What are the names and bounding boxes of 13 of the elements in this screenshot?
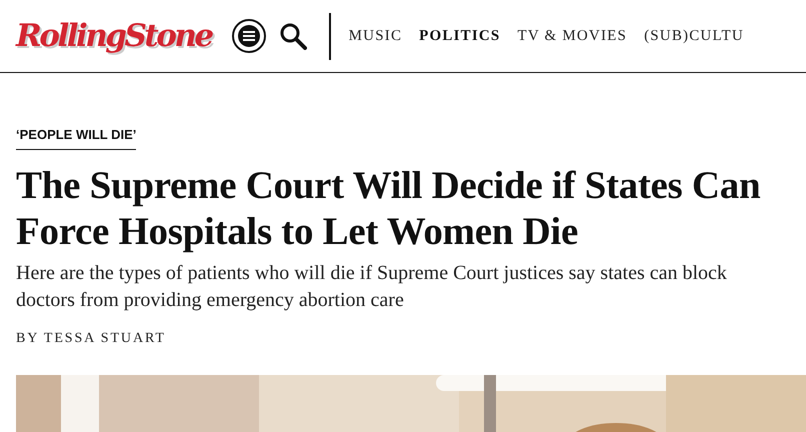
menu-button[interactable]: [232, 19, 266, 53]
nav-link[interactable]: TV & MOVIES: [517, 28, 628, 44]
search-button[interactable]: [278, 22, 307, 50]
search-icon: [278, 22, 307, 50]
dek-text: Here are the types of patients who will die if Supreme Court justices say states can block doctors from providing emergency abortion care: [16, 261, 728, 313]
kicker-label: ‘PEOPLE WILL DIE’: [16, 127, 136, 150]
nav-link[interactable]: POLITICS: [419, 28, 500, 44]
nav-link[interactable]: (SUB)CULTU: [644, 28, 744, 44]
byline: BY TESSA STUART: [16, 331, 167, 347]
headline: The Supreme Court Will Decide if States Can Force Hospitals to Let Women Die: [16, 163, 762, 255]
nav-link[interactable]: MUSIC: [348, 28, 402, 44]
logo[interactable]: RollingStone: [16, 20, 212, 52]
menu-icon: [236, 24, 261, 48]
